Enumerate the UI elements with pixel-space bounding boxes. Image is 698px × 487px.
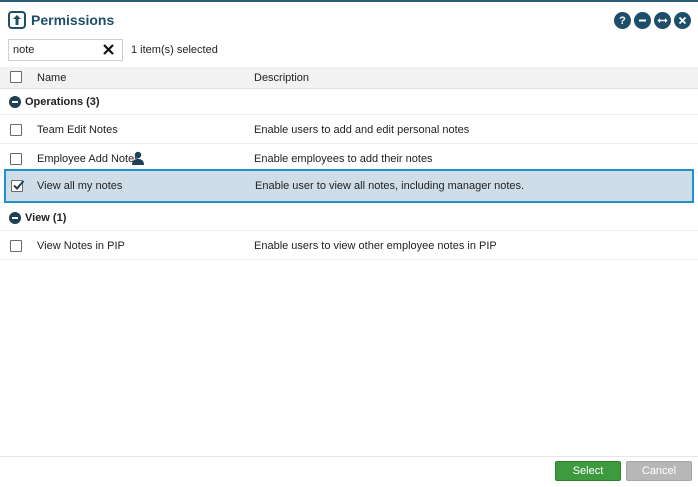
row-checkbox-checked[interactable]: [11, 180, 25, 192]
collapse-icon[interactable]: [9, 212, 21, 224]
checkmark-icon: [13, 180, 25, 190]
row-checkbox[interactable]: [10, 240, 22, 252]
help-button[interactable]: ?: [614, 12, 631, 29]
row-checkbox[interactable]: [10, 124, 22, 136]
column-header-description[interactable]: Description: [254, 72, 309, 84]
group-label: Operations (3): [25, 96, 100, 108]
permission-description: Enable users to view other employee note…: [254, 240, 497, 252]
footer-divider: [0, 456, 698, 457]
select-all-checkbox[interactable]: [10, 71, 22, 83]
table-row-selected[interactable]: View all my notes Enable user to view al…: [4, 169, 694, 203]
window-title: Permissions: [31, 12, 115, 28]
table-header: Name Description: [0, 67, 698, 89]
permission-name: Employee Add Notes: [37, 153, 140, 165]
select-button[interactable]: Select: [555, 461, 621, 481]
group-operations[interactable]: Operations (3): [0, 89, 698, 115]
search-input[interactable]: [9, 40, 97, 60]
table-row[interactable]: View Notes in PIP Enable users to view o…: [0, 232, 698, 260]
title-bar: Permissions ?: [0, 0, 698, 38]
table-row[interactable]: Team Edit Notes Enable users to add and …: [0, 116, 698, 144]
close-icon: [678, 16, 687, 25]
minimize-button[interactable]: [634, 12, 651, 29]
cancel-button[interactable]: Cancel: [626, 461, 692, 481]
group-view[interactable]: View (1): [0, 205, 698, 231]
permission-name: View all my notes: [37, 180, 123, 192]
group-label: View (1): [25, 212, 67, 224]
permission-name: Team Edit Notes: [37, 124, 118, 136]
minus-icon: [639, 19, 646, 22]
resize-button[interactable]: [654, 12, 671, 29]
collapse-icon[interactable]: [9, 96, 21, 108]
clear-search-icon[interactable]: [102, 43, 115, 56]
permission-description: Enable users to add and edit personal no…: [254, 124, 470, 136]
selection-status: 1 item(s) selected: [131, 44, 218, 56]
row-checkbox[interactable]: [10, 153, 22, 165]
search-box: [8, 39, 123, 61]
permissions-app-icon: [8, 11, 26, 29]
window-controls: ?: [614, 12, 691, 29]
help-icon: ?: [619, 14, 626, 27]
resize-icon: [657, 18, 668, 23]
permission-name: View Notes in PIP: [37, 240, 125, 252]
permission-description: Enable user to view all notes, including…: [255, 180, 525, 192]
permission-description: Enable employees to add their notes: [254, 153, 433, 165]
column-header-name[interactable]: Name: [37, 72, 66, 84]
close-button[interactable]: [674, 12, 691, 29]
person-icon: [132, 151, 144, 165]
